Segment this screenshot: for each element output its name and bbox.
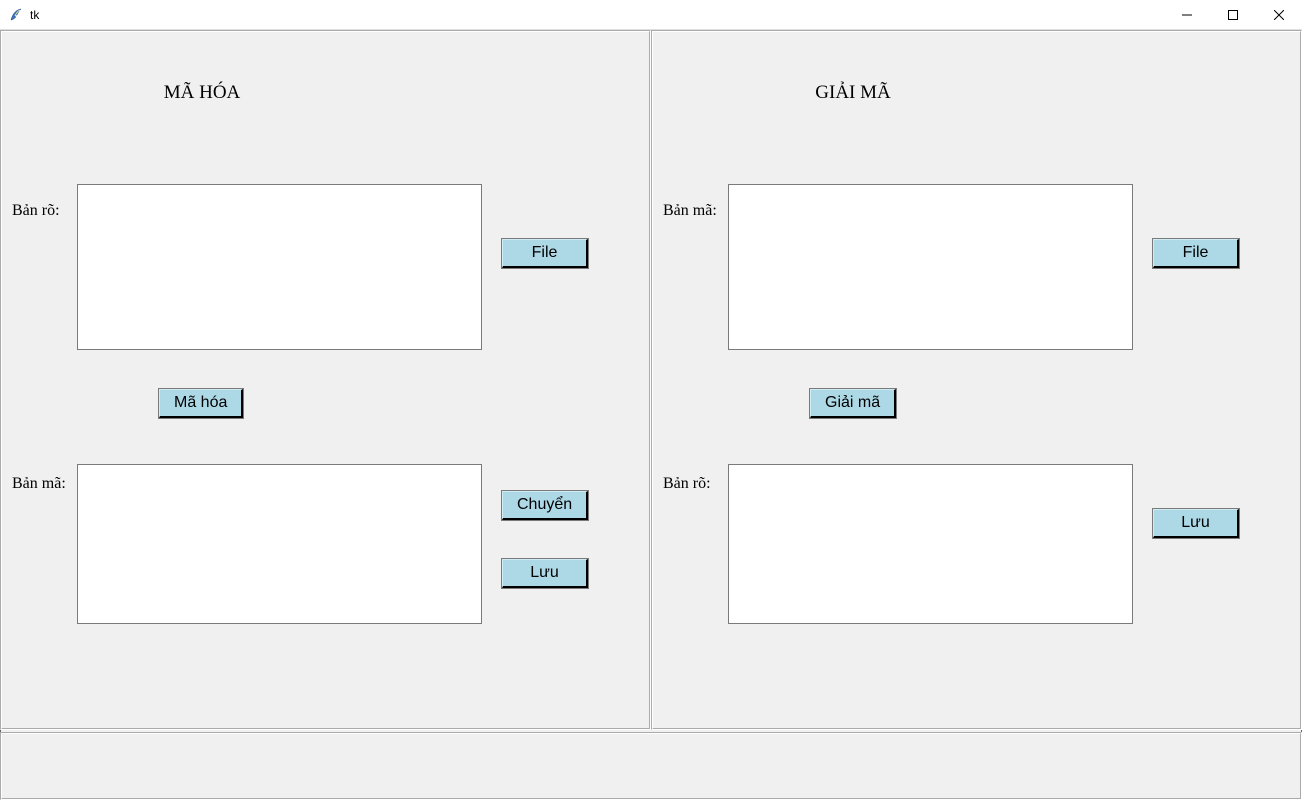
decode-input-textarea[interactable] bbox=[728, 184, 1133, 350]
encode-action-button[interactable]: Mã hóa bbox=[159, 389, 243, 418]
minimize-button[interactable] bbox=[1164, 0, 1210, 29]
encode-file-button[interactable]: File bbox=[502, 239, 588, 268]
encode-input-label: Bản rõ: bbox=[12, 202, 60, 220]
decode-file-button[interactable]: File bbox=[1153, 239, 1239, 268]
window-title: tk bbox=[30, 8, 39, 22]
client-area: MÃ HÓA Bản rõ: File Mã hóa Bản mã: Chuyể… bbox=[0, 30, 1302, 800]
decode-heading: GIẢI MÃ bbox=[653, 82, 1053, 104]
window-controls bbox=[1164, 0, 1302, 29]
decode-panel: GIẢI MÃ Bản mã: File Giải mã Bản rõ: Lưu bbox=[651, 30, 1302, 730]
decode-action-button[interactable]: Giải mã bbox=[810, 389, 896, 418]
window-titlebar: tk bbox=[0, 0, 1302, 30]
encode-output-label: Bản mã: bbox=[12, 475, 66, 493]
decode-output-textarea[interactable] bbox=[728, 464, 1133, 624]
encode-save-button[interactable]: Lưu bbox=[502, 559, 588, 588]
decode-save-button[interactable]: Lưu bbox=[1153, 509, 1239, 538]
encode-heading: MÃ HÓA bbox=[2, 82, 402, 104]
encode-panel: MÃ HÓA Bản rõ: File Mã hóa Bản mã: Chuyể… bbox=[0, 30, 651, 730]
close-button[interactable] bbox=[1256, 0, 1302, 29]
decode-input-label: Bản mã: bbox=[663, 202, 717, 220]
app-icon bbox=[8, 7, 24, 23]
encode-transfer-button[interactable]: Chuyển bbox=[502, 491, 588, 520]
encode-input-textarea[interactable] bbox=[77, 184, 482, 350]
bottom-panel bbox=[0, 732, 1302, 800]
maximize-button[interactable] bbox=[1210, 0, 1256, 29]
encode-output-textarea[interactable] bbox=[77, 464, 482, 624]
decode-output-label: Bản rõ: bbox=[663, 475, 711, 493]
